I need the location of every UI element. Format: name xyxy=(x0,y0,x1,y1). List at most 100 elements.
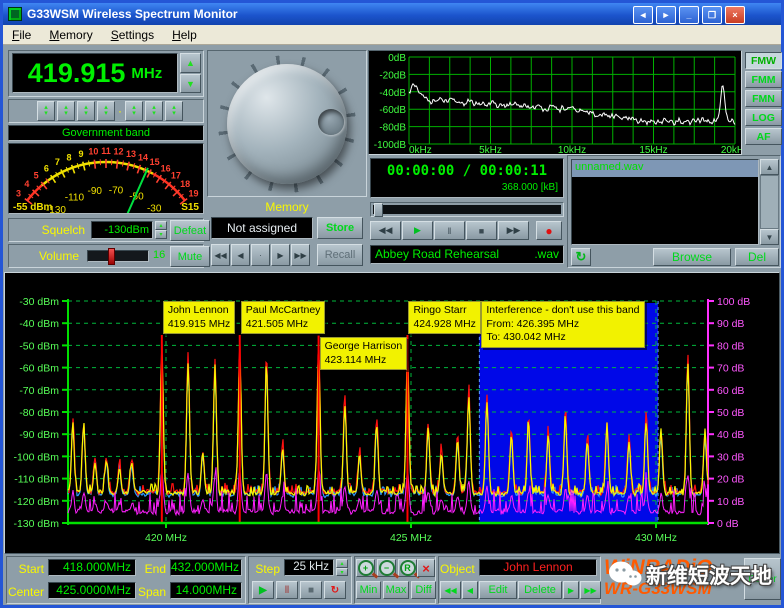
digit-stepper-button[interactable]: ▴▾ xyxy=(57,101,75,121)
title-bar[interactable]: G33WSM Wireless Spectrum Monitor ◄►_❐× xyxy=(3,3,781,25)
mode-fmw-button[interactable]: FMW xyxy=(745,52,782,69)
refresh-button[interactable]: ↻ xyxy=(571,248,591,266)
zoom-out-button[interactable]: − xyxy=(377,559,396,577)
object-prev-button[interactable]: ◀ xyxy=(462,581,478,599)
svg-text:6: 6 xyxy=(44,163,49,173)
svg-text:10: 10 xyxy=(88,147,98,157)
memory-nav: ◀◀◀·▶▶▶ xyxy=(211,244,310,266)
center-value[interactable]: 425.0000MHz xyxy=(48,582,136,599)
mode-fmn-button[interactable]: FMN xyxy=(745,90,782,107)
playback-progress[interactable] xyxy=(370,202,564,217)
frequency-up-button[interactable]: ▲ xyxy=(180,53,201,73)
audio-spectrum-svg: 0dB-20dB-40dB-60dB-80dB-100dB0kHz5kHz10k… xyxy=(369,51,741,154)
digit-stepper-button[interactable]: ▴▾ xyxy=(97,101,115,121)
object-next-button[interactable]: ▶ xyxy=(563,581,579,599)
object-first-button[interactable]: ◀◀ xyxy=(440,581,461,599)
store-button[interactable]: Store xyxy=(317,217,363,239)
svg-text:-110: -110 xyxy=(65,192,85,203)
scroll-down-button[interactable]: ▼ xyxy=(760,229,779,245)
object-delete-button[interactable]: Delete xyxy=(518,581,562,599)
memory-last-button[interactable]: ▶▶ xyxy=(291,244,310,266)
band-display: Government band xyxy=(8,125,204,141)
svg-text:20kHz: 20kHz xyxy=(721,145,741,154)
center-label: Center xyxy=(2,585,44,599)
digit-stepper-button[interactable]: ▴▾ xyxy=(165,101,183,121)
scroll-up-button[interactable]: ▲ xyxy=(760,159,779,175)
marker-flag[interactable]: Paul McCartney421.505 MHz xyxy=(241,301,326,334)
defeat-button[interactable]: Defeat xyxy=(170,220,210,241)
svg-text:-90: -90 xyxy=(88,186,103,197)
recall-button[interactable]: Recall xyxy=(317,244,363,266)
squelch-up-button[interactable]: ▴ xyxy=(155,221,167,230)
memory-prev-button[interactable]: ◀ xyxy=(231,244,250,266)
memory-first-button[interactable]: ◀◀ xyxy=(211,244,230,266)
scrollbar-track[interactable] xyxy=(760,175,779,229)
start-value[interactable]: 418.000MHz xyxy=(48,559,136,576)
minimize-button[interactable]: _ xyxy=(679,6,699,24)
menu-settings[interactable]: Settings xyxy=(102,26,163,44)
menu-file[interactable]: File xyxy=(3,26,40,44)
memory-next-button[interactable]: ▶ xyxy=(271,244,290,266)
menu-memory[interactable]: Memory xyxy=(40,26,101,44)
zoom-in-button[interactable]: + xyxy=(356,559,375,577)
volume-slider[interactable] xyxy=(87,250,149,262)
digit-arrow-icon: ▾ xyxy=(152,111,156,117)
transport-controls: ◀◀▶‖■▶▶ xyxy=(370,221,529,240)
memory-dot-button[interactable]: · xyxy=(251,244,270,266)
close-button[interactable]: × xyxy=(725,6,745,24)
mode-fmm-button[interactable]: FMM xyxy=(745,71,782,88)
forward-button[interactable]: ▶▶ xyxy=(498,221,529,240)
record-icon: ● xyxy=(545,224,552,238)
span-label: Span xyxy=(136,585,166,599)
span-value[interactable]: 14.000MHz xyxy=(170,582,242,599)
step-value[interactable]: 25 kHz xyxy=(284,559,334,576)
progress-handle[interactable] xyxy=(374,203,383,217)
del-button[interactable]: Del xyxy=(735,248,779,266)
digit-stepper-button[interactable]: ▴▾ xyxy=(37,101,55,121)
mute-button[interactable]: Mute xyxy=(170,246,210,267)
mode-log-button[interactable]: LOG xyxy=(745,109,782,126)
menu-help[interactable]: Help xyxy=(163,26,206,44)
object-last-button[interactable]: ▶▶ xyxy=(580,581,601,599)
step-up-button[interactable]: ▴ xyxy=(336,559,348,568)
object-value[interactable]: John Lennon xyxy=(479,559,597,576)
sweep-stop-button[interactable]: ■ xyxy=(300,581,322,599)
play-button[interactable]: ▶ xyxy=(402,221,433,240)
max-button[interactable]: Max xyxy=(383,581,409,599)
diff-button[interactable]: Diff xyxy=(411,581,436,599)
window-controls: ◄►_❐× xyxy=(633,6,745,24)
sweep-play-button[interactable]: ▶ xyxy=(252,581,274,599)
marker-flag[interactable]: John Lennon419.915 MHz xyxy=(163,301,235,334)
step-down-button[interactable]: ▾ xyxy=(336,568,348,576)
browse-button[interactable]: Browse xyxy=(653,248,731,266)
interference-flag-text: From: 426.395 MHz xyxy=(486,318,639,332)
object-edit-button[interactable]: Edit xyxy=(479,581,517,599)
digit-stepper-button[interactable]: ▴▾ xyxy=(125,101,143,121)
zoom-reset-button[interactable]: R xyxy=(398,559,417,577)
marker-flag[interactable]: George Harrison423.114 MHz xyxy=(320,337,408,370)
sweep-reset-button[interactable]: ↻ xyxy=(324,581,346,599)
volume-slider-handle[interactable] xyxy=(108,248,115,265)
maximize-button[interactable]: ❐ xyxy=(702,6,722,24)
digit-stepper-button[interactable]: ▴▾ xyxy=(77,101,95,121)
file-list-item[interactable]: unnamed.wav xyxy=(572,160,758,177)
pause-button[interactable]: ‖ xyxy=(434,221,465,240)
svg-text:3: 3 xyxy=(16,189,21,199)
digit-stepper-button[interactable]: ▴▾ xyxy=(145,101,163,121)
close-zoom-button[interactable]: × xyxy=(417,559,435,577)
sweep-pause-button[interactable]: ‖ xyxy=(276,581,298,599)
end-value[interactable]: 432.000MHz xyxy=(170,559,242,576)
interference-flag[interactable]: Interference - don't use this bandFrom: … xyxy=(481,301,644,348)
pan-left-button[interactable]: ◄ xyxy=(633,6,653,24)
min-button[interactable]: Min xyxy=(356,581,381,599)
record-button[interactable]: ● xyxy=(536,221,562,240)
audio-spectrum-panel: 0dB-20dB-40dB-60dB-80dB-100dB0kHz5kHz10k… xyxy=(368,50,742,155)
file-list: unnamed.wav xyxy=(571,159,759,245)
squelch-down-button[interactable]: ▾ xyxy=(155,230,167,239)
pan-right-button[interactable]: ► xyxy=(656,6,676,24)
rewind-button[interactable]: ◀◀ xyxy=(370,221,401,240)
stop-button[interactable]: ■ xyxy=(466,221,497,240)
marker-flag[interactable]: Ringo Starr424.928 MHz xyxy=(408,301,480,334)
frequency-down-button[interactable]: ▼ xyxy=(180,74,201,93)
mode-af-button[interactable]: AF xyxy=(745,128,782,145)
